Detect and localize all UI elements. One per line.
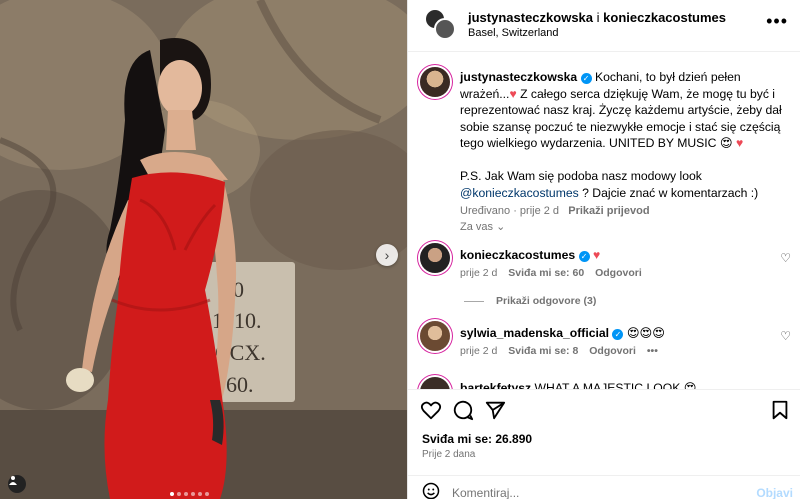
mention-link[interactable]: @konieczkacostumes — [460, 186, 579, 200]
heart-emoji-icon: ♥ — [509, 86, 517, 101]
reply-button[interactable]: Odgovori — [589, 345, 636, 357]
carousel-dot — [184, 492, 188, 496]
comment-likes[interactable]: Sviđa mi se: 8 — [508, 345, 578, 357]
author-names: justynasteczkowska i konieczkacostumes — [468, 10, 726, 25]
comment-like-heart-icon[interactable]: ♡ — [780, 329, 791, 343]
comment-meta: prije 2 d Sviđa mi se: 60 Odgovori — [460, 267, 642, 279]
carousel-dot — [170, 492, 174, 496]
caption-ps-2: ? Dajcie znać w komentarzach :) — [578, 185, 759, 200]
post-comment-button[interactable]: Objavi — [756, 486, 793, 499]
carousel-dot — [205, 492, 209, 496]
smiling-hearts-emoji-icon: 😍 — [719, 136, 733, 150]
avatar[interactable] — [420, 321, 450, 351]
author-link-1[interactable]: justynasteczkowska — [468, 10, 593, 25]
avatar[interactable] — [420, 67, 450, 97]
post-actions-bar — [408, 389, 800, 429]
avatar[interactable] — [420, 243, 450, 273]
comment-like-heart-icon[interactable]: ♡ — [780, 251, 791, 265]
comments-scroll-area[interactable]: justynasteczkowska ✓ Kochani, to był dzi… — [408, 53, 800, 389]
verified-icon: ✓ — [578, 251, 590, 262]
comment-age: prije 2 d — [460, 267, 498, 279]
smiling-hearts-emoji-icon: 😍 — [683, 381, 697, 389]
smiling-hearts-emoji-icon: 😍😍😍 — [626, 326, 665, 340]
post-photo[interactable]: 10 1010. CCX. 760. — [0, 0, 407, 499]
carousel-dots — [170, 492, 209, 496]
author-avatars[interactable] — [424, 8, 456, 40]
like-heart-icon[interactable] — [420, 399, 442, 421]
reply-button[interactable]: Odgovori — [595, 267, 642, 279]
comment-more-icon[interactable]: ••• — [647, 345, 658, 357]
comment-username[interactable]: sylwia_madenska_official — [460, 326, 609, 340]
location-link[interactable]: Basel, Switzerland — [468, 27, 559, 39]
tagged-users-button[interactable] — [8, 475, 26, 493]
carousel-dot — [191, 492, 195, 496]
caption-username[interactable]: justynasteczkowska — [460, 70, 577, 84]
comment-filter-dropdown[interactable]: Za vas ⌄ — [460, 220, 505, 233]
likes-count[interactable]: Sviđa mi se: 26.890 — [422, 432, 532, 446]
post-header: justynasteczkowska i konieczkacostumes B… — [408, 0, 800, 52]
carousel-next-button[interactable]: › — [376, 244, 398, 266]
comment-username[interactable]: bartekfetysz — [460, 381, 531, 389]
author-joiner: i — [596, 10, 600, 25]
comment-body: bartekfetysz WHAT A MAJESTIC LOOK 😍 — [460, 381, 696, 389]
emoji-picker-icon[interactable] — [422, 482, 440, 499]
more-options-icon[interactable]: ••• — [766, 11, 788, 32]
show-translation-link[interactable]: Prikaži prijevod — [568, 205, 649, 217]
heart-emoji-icon: ♥ — [735, 136, 744, 150]
caption-text: justynasteczkowska ✓ Kochani, to był dzi… — [460, 69, 790, 220]
comment-input[interactable] — [452, 486, 712, 499]
comment-likes[interactable]: Sviđa mi se: 60 — [508, 267, 584, 279]
comment-age: prije 2 d — [460, 345, 498, 357]
photo-illustration: 10 1010. CCX. 760. — [0, 0, 407, 499]
comment-meta: prije 2 d Sviđa mi se: 8 Odgovori ••• — [460, 345, 658, 357]
share-send-icon[interactable] — [484, 399, 506, 421]
verified-icon: ✓ — [612, 329, 624, 340]
caption-edited-age: Uređivano · prije 2 d — [460, 205, 560, 217]
verified-icon: ✓ — [580, 73, 592, 84]
chevron-right-icon: › — [384, 247, 390, 263]
heart-emoji-icon: ♥ — [592, 248, 601, 262]
caption-ps: P.S. Jak Wam się podoba nasz modowy look — [460, 169, 702, 183]
save-bookmark-icon[interactable] — [769, 399, 791, 421]
comment-username[interactable]: konieczkacostumes — [460, 248, 575, 262]
comment-body: sylwia_madenska_official ✓ 😍😍😍 — [460, 326, 665, 340]
carousel-dot — [177, 492, 181, 496]
post-date: Prije 2 dana — [422, 449, 476, 460]
caption-meta: Uređivano · prije 2 d Prikaži prijevod — [460, 203, 790, 220]
comment-bubble-icon[interactable] — [452, 399, 474, 421]
view-replies-button[interactable]: Prikaži odgovore (3) — [464, 295, 596, 307]
view-replies-label: Prikaži odgovore (3) — [496, 295, 597, 307]
carousel-dot — [198, 492, 202, 496]
replies-divider — [464, 300, 484, 302]
comment-text: WHAT A MAJESTIC LOOK — [534, 381, 681, 389]
add-comment-bar: Objavi — [408, 475, 800, 499]
post-side-panel: justynasteczkowska i konieczkacostumes B… — [407, 0, 800, 499]
avatar — [434, 18, 456, 40]
instagram-post-modal: 10 1010. CCX. 760. — [0, 0, 800, 499]
user-icon — [9, 476, 17, 485]
author-link-2[interactable]: konieczkacostumes — [603, 10, 726, 25]
comment-body: konieczkacostumes ✓ ♥ — [460, 248, 600, 262]
avatar[interactable] — [420, 377, 450, 389]
